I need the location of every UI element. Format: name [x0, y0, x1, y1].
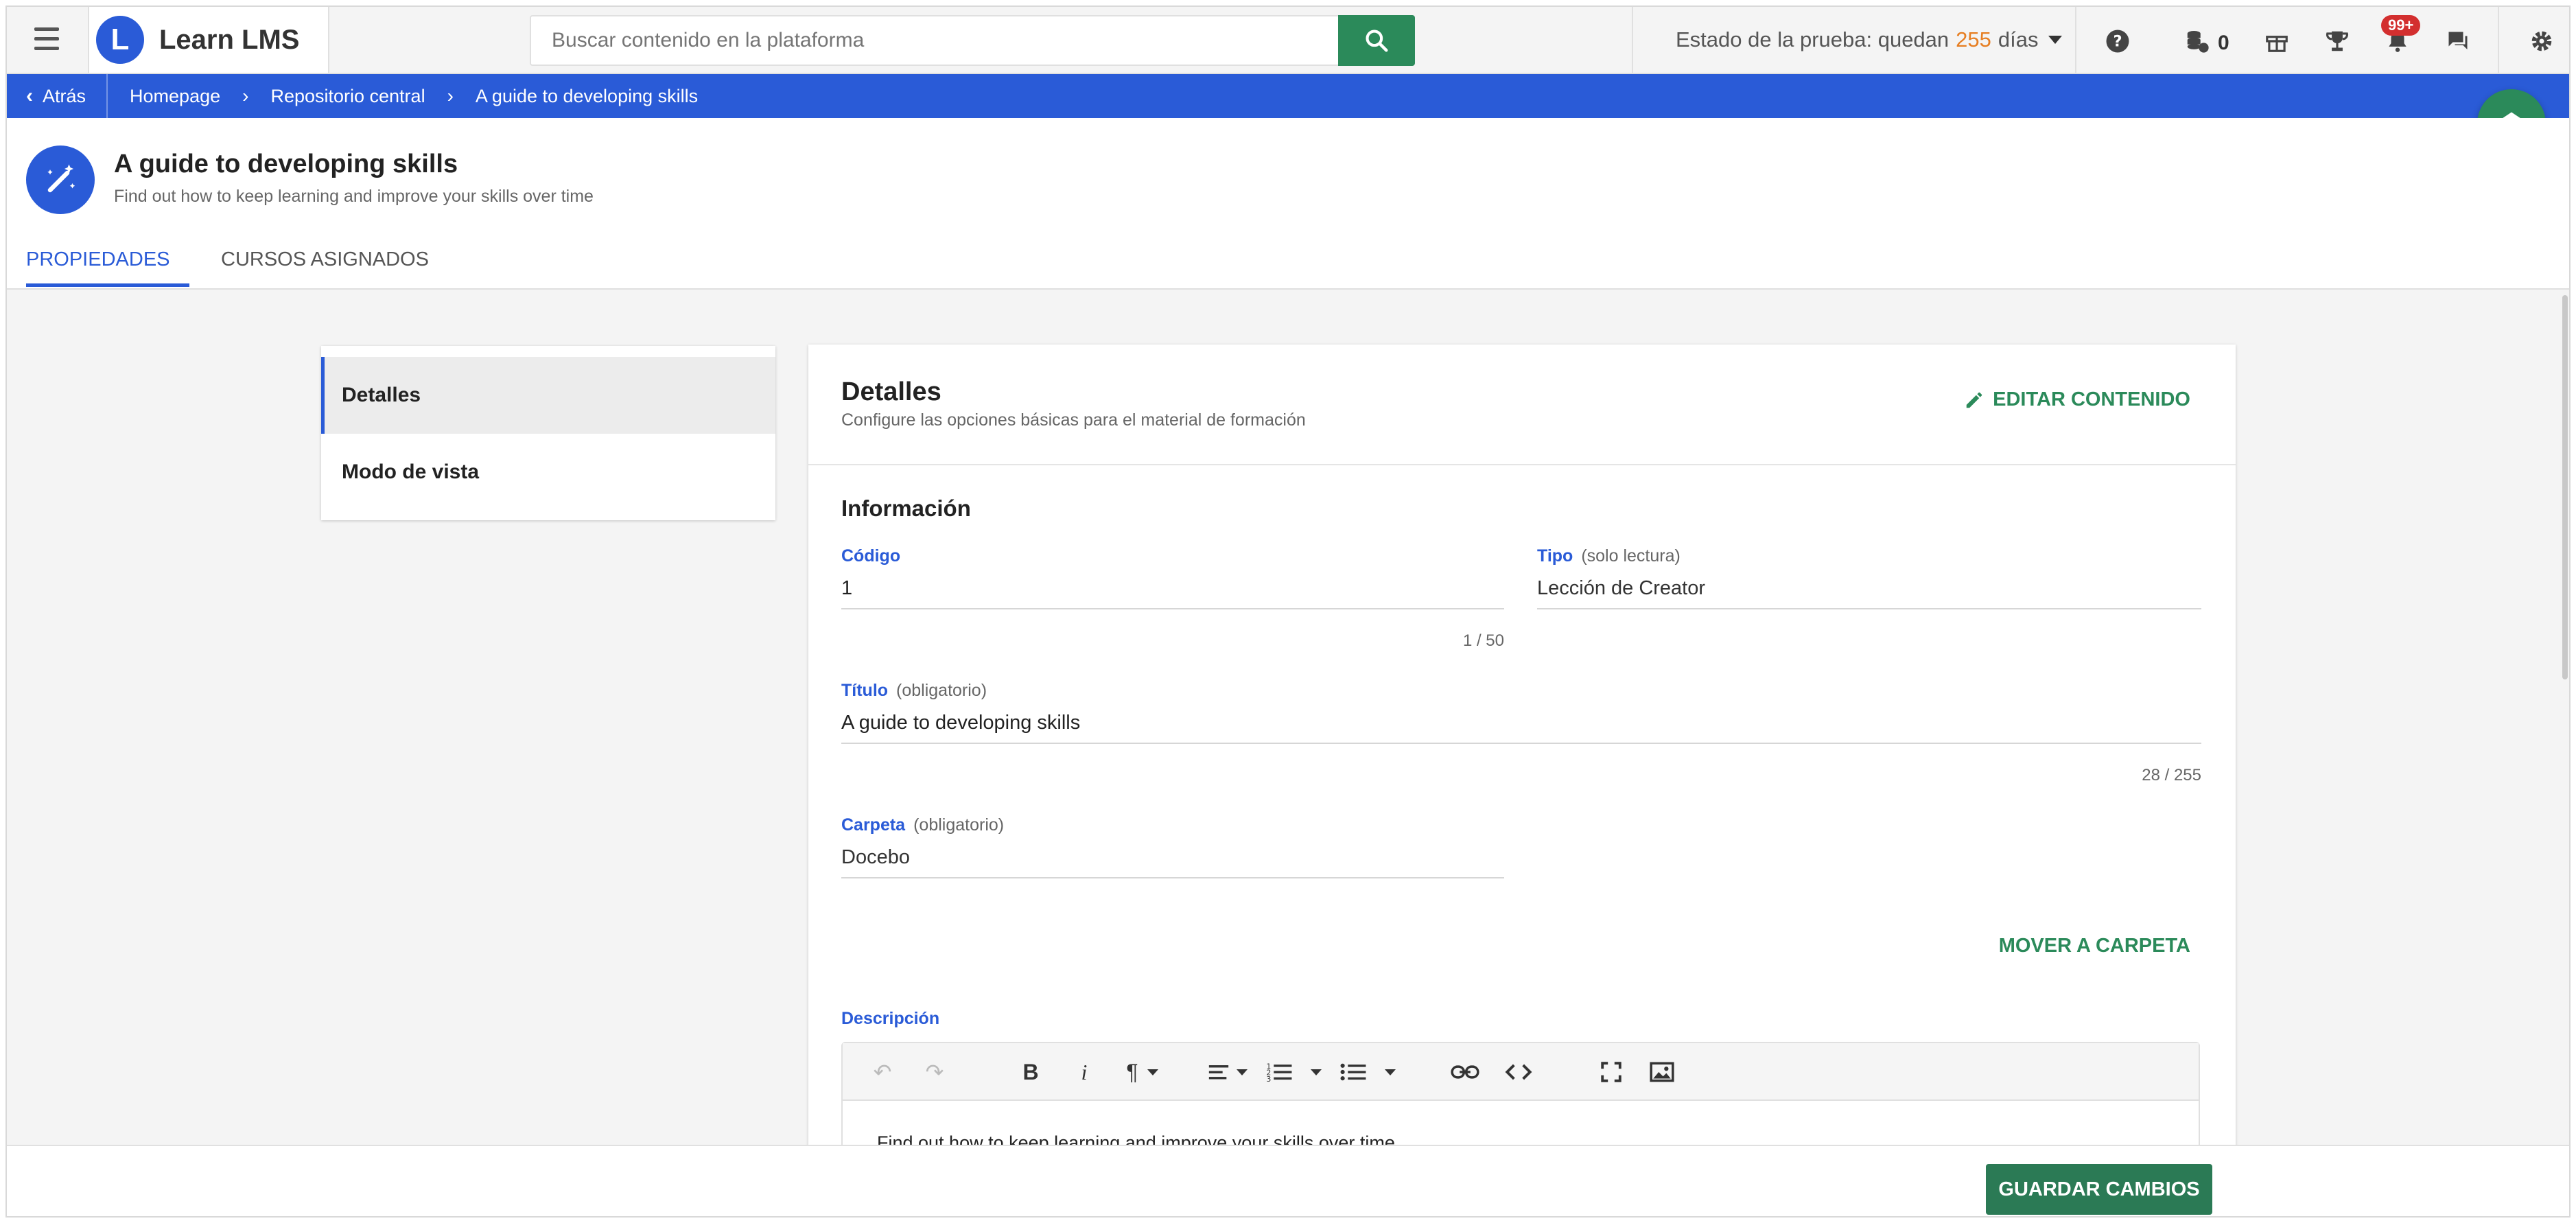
settings-icon[interactable]	[2527, 26, 2557, 56]
svg-text:?: ?	[2113, 33, 2122, 51]
move-to-folder-button[interactable]: MOVER A CARPETA	[1999, 935, 2190, 957]
align-left-icon[interactable]	[1204, 1057, 1234, 1087]
titulo-note: (obligatorio)	[896, 681, 987, 700]
magic-wand-icon	[26, 145, 95, 214]
chat-icon[interactable]	[2443, 26, 2473, 56]
tab-cursos-asignados[interactable]: CURSOS ASIGNADOS	[221, 248, 429, 283]
italic-icon[interactable]: i	[1069, 1057, 1099, 1087]
ordered-list-dropdown-icon[interactable]	[1311, 1069, 1322, 1075]
trial-suffix: días	[1998, 27, 2039, 51]
brand[interactable]: L Learn LMS	[88, 7, 329, 73]
breadcrumb-current: A guide to developing skills	[475, 85, 699, 106]
codigo-counter: 1 / 50	[1462, 631, 1504, 650]
codigo-label-text: Código	[841, 546, 901, 566]
breadcrumb-homepage[interactable]: Homepage	[130, 86, 220, 107]
tipo-label-text: Tipo	[1537, 546, 1573, 566]
section-title: Información	[841, 496, 971, 521]
coins-icon[interactable]	[2182, 26, 2212, 56]
logo: L	[96, 16, 144, 64]
search-bar	[530, 15, 1415, 66]
side-menu-item-detalles[interactable]: Detalles	[321, 357, 775, 434]
breadcrumb-repositorio[interactable]: Repositorio central	[270, 86, 425, 107]
image-icon[interactable]	[1646, 1057, 1678, 1087]
tipo-label: Tipo (solo lectura)	[1537, 546, 1681, 566]
svg-text:3: 3	[1267, 1075, 1272, 1083]
carpeta-note: (obligatorio)	[913, 815, 1005, 835]
search-icon	[1366, 30, 1388, 52]
page-title: A guide to developing skills	[114, 150, 458, 178]
paragraph-dropdown-icon[interactable]	[1147, 1069, 1158, 1075]
codigo-field[interactable]	[841, 568, 1504, 609]
back-button[interactable]: ‹ Atrás	[7, 74, 108, 118]
app-name: Learn LMS	[159, 24, 300, 55]
carpeta-value: Docebo	[841, 837, 1504, 878]
menu-icon[interactable]	[26, 27, 67, 55]
coins-count: 0	[2218, 32, 2229, 54]
bullet-list-dropdown-icon[interactable]	[1385, 1069, 1396, 1075]
page-header: A guide to developing skills Find out ho…	[7, 118, 2569, 290]
trophy-icon[interactable]	[2322, 26, 2352, 56]
page-subtitle: Find out how to keep learning and improv…	[114, 187, 594, 206]
scrollbar[interactable]	[2562, 295, 2568, 679]
breadcrumb-bar: ‹ Atrás Homepage › Repositorio central ›…	[7, 74, 2569, 118]
undo-icon[interactable]: ↶	[867, 1057, 898, 1087]
titulo-label: Título (obligatorio)	[841, 681, 987, 701]
tipo-value: Lección de Creator	[1537, 568, 2201, 609]
fullscreen-icon[interactable]	[1596, 1057, 1626, 1087]
pencil-icon	[1966, 392, 1982, 408]
carpeta-label: Carpeta (obligatorio)	[841, 815, 1004, 835]
editor-toolbar: ↶ ↷ B i ¶ 123	[843, 1043, 2199, 1101]
chevron-right-icon: ›	[447, 85, 454, 106]
main-content: Detalles Modo de vista Detalles Configur…	[7, 290, 2569, 1165]
paragraph-icon[interactable]: ¶	[1117, 1057, 1147, 1087]
codigo-label: Código	[841, 546, 900, 566]
back-label: Atrás	[43, 85, 86, 106]
titulo-field[interactable]	[841, 703, 2201, 744]
chevron-left-icon: ‹	[26, 84, 33, 107]
footer-bar: GUARDAR CAMBIOS	[7, 1145, 2569, 1216]
carpeta-label-text: Carpeta	[841, 815, 906, 835]
trial-status-dropdown[interactable]: Estado de la prueba: quedan 255 días	[1632, 7, 2076, 73]
help-icon[interactable]: ?	[2103, 26, 2133, 56]
card-subtitle: Configure las opciones básicas para el m…	[841, 410, 1306, 430]
side-menu: Detalles Modo de vista	[321, 346, 775, 520]
edit-content-label: EDITAR CONTENIDO	[1993, 388, 2190, 410]
card-header: Detalles Configure las opciones básicas …	[808, 345, 2236, 465]
redo-icon[interactable]: ↷	[920, 1057, 950, 1087]
align-dropdown-icon[interactable]	[1237, 1069, 1248, 1075]
tipo-note: (solo lectura)	[1581, 546, 1681, 566]
ordered-list-icon[interactable]: 123	[1263, 1057, 1296, 1087]
chevron-right-icon: ›	[242, 85, 249, 106]
tab-propiedades[interactable]: PROPIEDADES	[26, 248, 189, 287]
card-title: Detalles	[841, 377, 941, 406]
save-changes-button[interactable]: GUARDAR CAMBIOS	[1986, 1164, 2212, 1215]
gift-icon[interactable]	[2262, 26, 2292, 56]
titulo-counter: 28 / 255	[2142, 766, 2201, 784]
notification-badge: 99+	[2381, 15, 2421, 36]
link-icon[interactable]	[1448, 1057, 1482, 1087]
side-menu-item-modo-de-vista[interactable]: Modo de vista	[321, 434, 775, 511]
search-input[interactable]	[531, 16, 1338, 65]
top-bar: L Learn LMS Estado de la prueba: quedan …	[7, 7, 2569, 74]
caret-down-icon	[2048, 36, 2062, 44]
trial-prefix: Estado de la prueba: quedan	[1676, 27, 1949, 51]
description-label: Descripción	[841, 1009, 940, 1028]
details-card: Detalles Configure las opciones básicas …	[808, 345, 2236, 1165]
search-button[interactable]	[1338, 15, 1415, 66]
divider	[2498, 7, 2499, 73]
app-window: L Learn LMS Estado de la prueba: quedan …	[5, 5, 2571, 1218]
bold-icon[interactable]: B	[1016, 1057, 1046, 1087]
bullet-list-icon[interactable]	[1337, 1057, 1370, 1087]
trial-days: 255	[1956, 27, 1991, 51]
titulo-label-text: Título	[841, 681, 889, 700]
edit-content-button[interactable]: EDITAR CONTENIDO	[1964, 388, 2190, 411]
code-icon[interactable]	[1501, 1057, 1536, 1087]
